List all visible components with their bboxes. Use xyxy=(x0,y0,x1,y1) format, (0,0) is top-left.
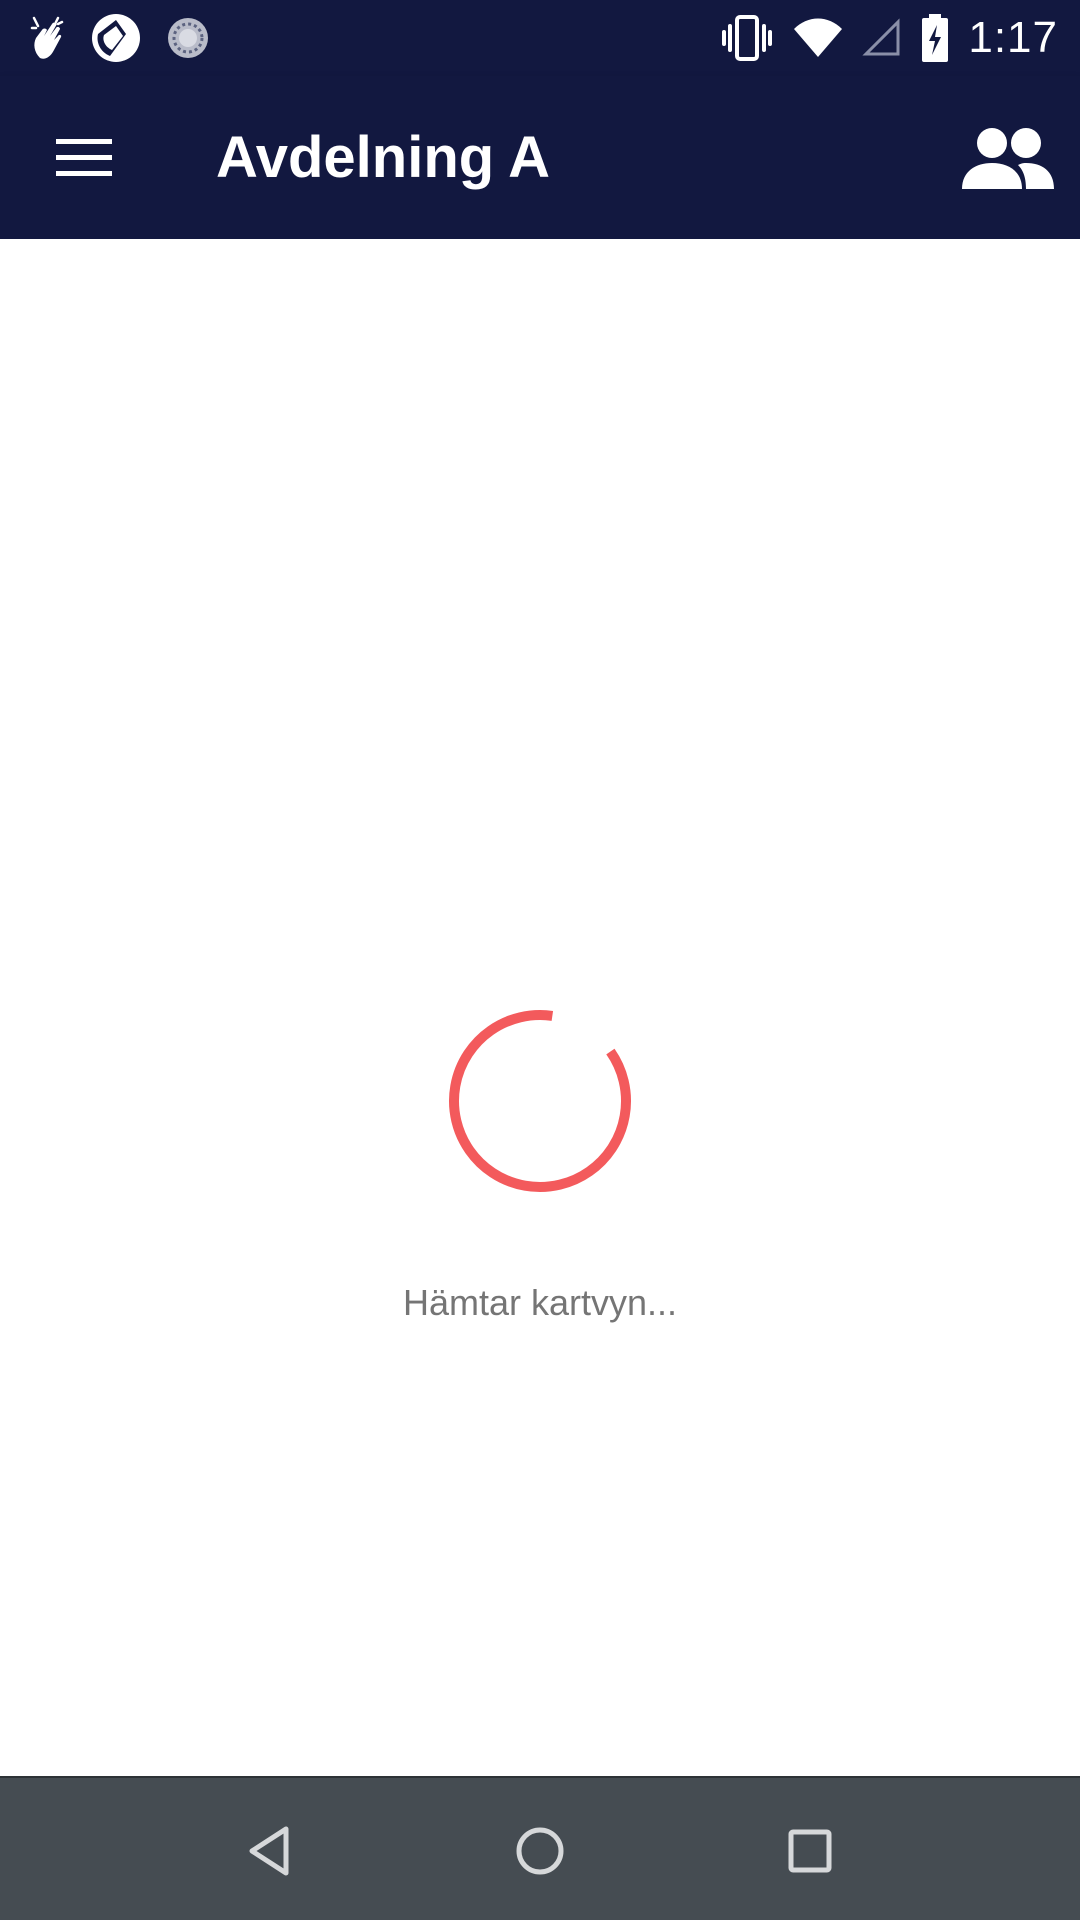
status-time: 1:17 xyxy=(968,13,1058,62)
navigation-bar xyxy=(0,1776,1080,1920)
back-icon xyxy=(249,1826,289,1876)
status-bar-notifications xyxy=(30,12,234,64)
recents-button[interactable] xyxy=(765,1806,855,1896)
status-bar: 1:17 xyxy=(0,0,1080,76)
loading-message: Hämtar kartvyn... xyxy=(402,1282,678,1323)
battery-charging-icon xyxy=(922,14,949,62)
screen: 1:17 Avdelning A Hämtar kartvyn... xyxy=(0,0,1080,1920)
status-bar-system: 1:17 xyxy=(702,12,1058,64)
people-icon xyxy=(962,128,1054,189)
main-content: Hämtar kartvyn... xyxy=(0,239,1080,1776)
camera-shutter-icon xyxy=(92,14,140,62)
loading-spinner xyxy=(449,1010,631,1192)
people-button[interactable] xyxy=(954,114,1062,202)
page-title: Avdelning A xyxy=(216,125,551,190)
vibrate-icon xyxy=(722,15,773,61)
sync-circle-icon xyxy=(168,18,208,58)
hand-wave-icon xyxy=(30,16,64,59)
recents-icon xyxy=(788,1829,832,1873)
home-icon xyxy=(516,1827,564,1875)
menu-button[interactable] xyxy=(36,118,132,198)
back-button[interactable] xyxy=(225,1806,315,1896)
hamburger-menu-icon xyxy=(56,139,112,176)
app-bar: Avdelning A xyxy=(0,76,1080,239)
cell-signal-icon xyxy=(862,18,900,56)
wifi-icon xyxy=(794,18,843,57)
home-button[interactable] xyxy=(495,1806,585,1896)
